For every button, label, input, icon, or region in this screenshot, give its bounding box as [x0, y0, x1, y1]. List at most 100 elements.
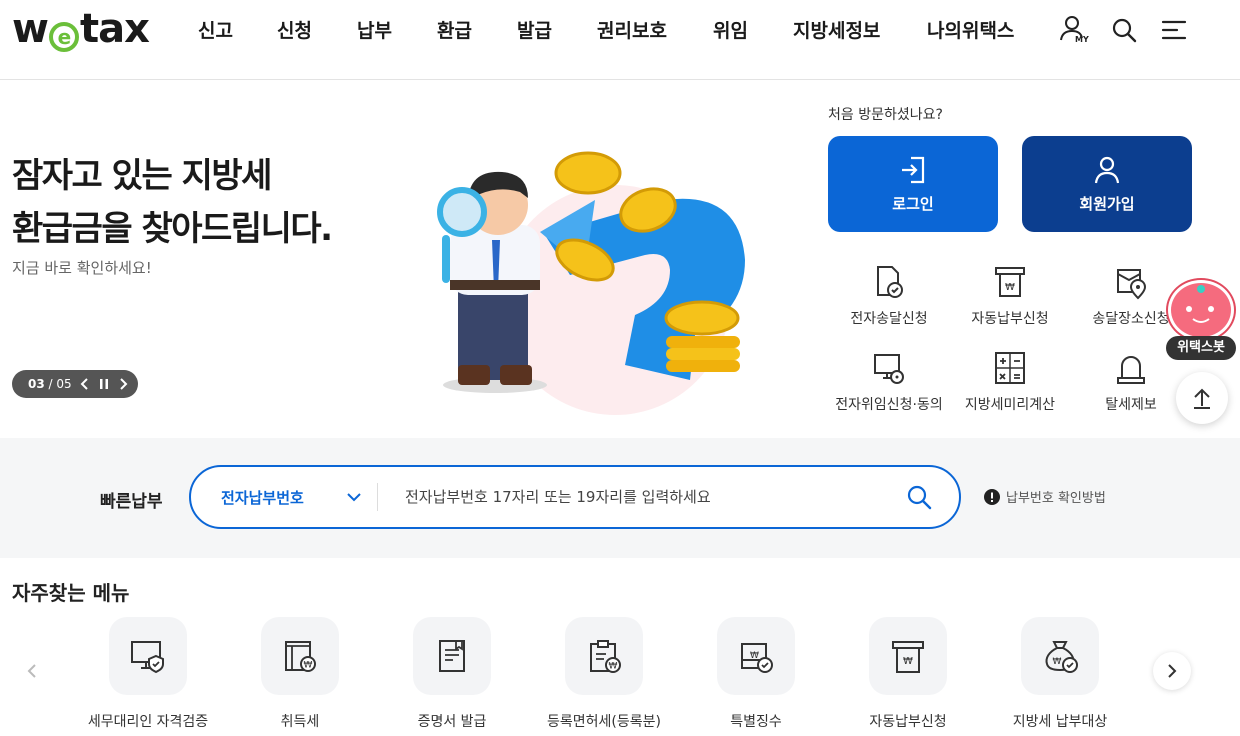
nav-item-pay[interactable]: 납부	[357, 16, 392, 43]
header-utility-icons: MY	[1058, 14, 1190, 46]
nav-item-rights[interactable]: 권리보호	[597, 16, 667, 43]
service-label: 송달장소신청	[1092, 311, 1170, 327]
favorites-next-button[interactable]	[1153, 652, 1191, 690]
nav-item-issue[interactable]: 발급	[517, 16, 552, 43]
login-button[interactable]: 로그인	[828, 136, 998, 232]
service-label: 자동납부신청	[971, 311, 1049, 327]
slide-total: 05	[56, 377, 72, 391]
wetax-logo[interactable]: w e tax	[12, 6, 150, 52]
quick-pay-search-box: 전자납부번호	[189, 465, 961, 529]
signup-button[interactable]: 회원가입	[1022, 136, 1192, 232]
hero-illustration	[420, 140, 780, 420]
svg-text:₩: ₩	[1005, 282, 1015, 293]
location-doc-icon	[1111, 262, 1151, 302]
my-label: MY	[1075, 35, 1089, 44]
first-visit-question: 처음 방문하셨나요?	[828, 107, 943, 123]
bot-mascot-icon	[1168, 280, 1234, 340]
service-label: 전자송달신청	[850, 311, 928, 327]
slide-counter: 03 / 05	[28, 377, 72, 391]
nav-item-report[interactable]: 신고	[198, 16, 233, 43]
favorite-label: 세무대리인 자격검증	[87, 714, 209, 730]
nav-item-local-tax-info[interactable]: 지방세정보	[793, 16, 880, 43]
doc-check-icon	[869, 262, 909, 302]
nav-item-delegation[interactable]: 위임	[713, 16, 748, 43]
envelope-won-icon: ₩	[717, 617, 795, 695]
monitor-lock-icon	[869, 348, 909, 388]
favorite-label: 자동납부신청	[869, 714, 947, 730]
money-bag-icon: ₩	[1021, 617, 1099, 695]
payment-number-type-value: 전자납부번호	[221, 488, 304, 507]
svg-text:₩: ₩	[750, 651, 759, 661]
help-label: 납부번호 확인방법	[1006, 491, 1106, 506]
calculator-icon	[990, 348, 1030, 388]
service-e-delivery[interactable]: 전자송달신청	[824, 262, 954, 328]
svg-text:₩: ₩	[1053, 657, 1062, 667]
svg-text:₩: ₩	[903, 656, 913, 667]
favorite-certificate-issue[interactable]: 증명서 발급	[376, 617, 528, 731]
bot-label: 위택스봇	[1166, 336, 1236, 360]
svg-text:₩: ₩	[304, 661, 313, 671]
login-label: 로그인	[892, 194, 934, 213]
certificate-icon	[413, 617, 491, 695]
nav-item-my-wetax[interactable]: 나의위택스	[927, 16, 1014, 43]
favorite-label: 특별징수	[730, 714, 782, 730]
hero-title[interactable]: 잠자고 있는 지방세 환급금을 찾아드립니다.	[12, 150, 333, 256]
svg-text:₩: ₩	[609, 662, 618, 672]
service-auto-pay[interactable]: ₩ 자동납부신청	[945, 262, 1075, 328]
login-icon	[902, 156, 925, 183]
quick-pay-label: 빠른납부	[100, 492, 163, 512]
site-header: w e tax 신고 신청 납부 환급 발급 권리보호 위임 지방세정보 나의위택스…	[0, 0, 1240, 80]
auto-pay-icon: ₩	[869, 617, 947, 695]
favorite-label: 등록면허세(등록분)	[547, 714, 661, 730]
favorite-label: 지방세 납부대상	[1012, 714, 1108, 730]
service-tax-calculator[interactable]: 지방세미리계산	[945, 348, 1075, 414]
slide-current: 03	[28, 377, 45, 391]
nav-item-apply[interactable]: 신청	[277, 16, 312, 43]
service-e-delegation[interactable]: 전자위임신청·동의	[824, 348, 954, 414]
payment-number-type-select[interactable]: 전자납부번호	[221, 467, 362, 527]
favorite-special-collection[interactable]: ₩ 특별징수	[680, 617, 832, 731]
service-label: 탈세제보	[1105, 397, 1157, 413]
divider	[377, 483, 378, 511]
favorite-label: 취득세	[280, 714, 320, 730]
siren-icon	[1111, 348, 1151, 388]
next-slide-button[interactable]	[118, 378, 128, 390]
chevron-left-icon	[27, 664, 36, 678]
my-page-icon[interactable]: MY	[1058, 14, 1090, 46]
pause-button[interactable]	[98, 378, 110, 390]
service-label: 지방세미리계산	[964, 397, 1056, 413]
favorites-title: 자주찾는 메뉴	[12, 581, 130, 605]
favorite-acquisition-tax[interactable]: ₩ 취득세	[224, 617, 376, 731]
building-won-icon: ₩	[261, 617, 339, 695]
prev-slide-button[interactable]	[80, 378, 90, 390]
user-icon	[1094, 156, 1120, 183]
info-icon	[984, 488, 1000, 505]
search-icon[interactable]	[1108, 14, 1140, 46]
favorite-label: 증명서 발급	[417, 714, 487, 730]
service-label: 전자위임신청·동의	[835, 397, 943, 413]
hero-title-line1: 잠자고 있는 지방세	[12, 156, 272, 196]
hero-title-line2: 환급금을 찾아드립니다.	[12, 209, 333, 249]
payment-number-input[interactable]	[405, 481, 885, 513]
menu-icon[interactable]	[1158, 14, 1190, 46]
search-icon[interactable]	[903, 481, 935, 513]
clipboard-won-icon: ₩	[565, 617, 643, 695]
favorite-tax-agent-verify[interactable]: 세무대리인 자격검증	[72, 617, 224, 731]
scroll-top-button[interactable]	[1176, 372, 1228, 424]
payment-number-help-link[interactable]: 납부번호 확인방법	[984, 487, 1106, 506]
favorite-local-tax-payment-target[interactable]: ₩ 지방세 납부대상	[984, 617, 1136, 731]
favorite-registration-license-tax[interactable]: ₩ 등록면허세(등록분)	[528, 617, 680, 731]
favorite-auto-pay[interactable]: ₩ 자동납부신청	[832, 617, 984, 731]
nav-item-refund[interactable]: 환급	[437, 16, 472, 43]
chevron-down-icon	[347, 493, 361, 502]
favorites-prev-button[interactable]	[13, 652, 51, 690]
hero-subtitle: 지금 바로 확인하세요!	[12, 259, 152, 277]
slider-controls: 03 / 05	[12, 370, 138, 398]
wetax-bot-button[interactable]: 위택스봇	[1166, 280, 1236, 362]
arrow-up-icon	[1194, 388, 1210, 409]
signup-label: 회원가입	[1079, 194, 1135, 213]
main-nav: 신고 신청 납부 환급 발급 권리보호 위임 지방세정보 나의위택스	[198, 16, 1014, 43]
quick-pay-section: 빠른납부 전자납부번호 납부번호 확인방법	[0, 438, 1240, 558]
chevron-right-icon	[1168, 664, 1177, 678]
monitor-shield-icon	[109, 617, 187, 695]
